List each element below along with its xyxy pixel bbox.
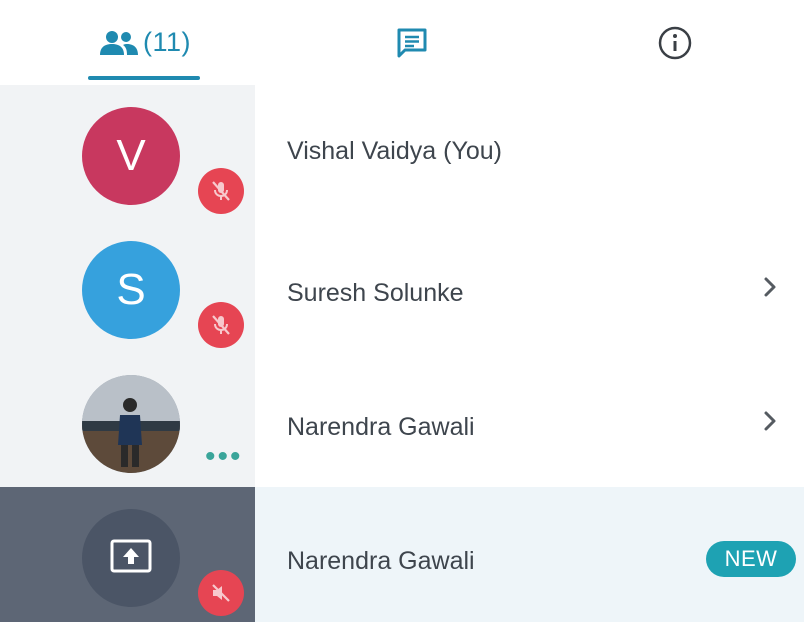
mic-muted-icon (198, 168, 244, 214)
avatar: S (82, 241, 180, 339)
audio-muted-icon (198, 570, 244, 616)
active-tab-indicator (88, 76, 200, 80)
chat-icon (397, 28, 427, 57)
avatar-initial: S (116, 265, 146, 314)
participant-name: Suresh Solunke (287, 279, 464, 307)
avatar (82, 509, 180, 607)
tab-chat[interactable] (362, 0, 462, 85)
participant-row[interactable]: Narendra Gawali NEW (0, 487, 804, 622)
participant-count: (11) (142, 27, 191, 57)
participant-list: V Vishal Vaidya (You) S Suresh Solunke •… (0, 85, 804, 622)
avatar-column: S (0, 219, 255, 353)
participant-row[interactable]: ••• Narendra Gawali (0, 353, 804, 487)
chevron-right-icon[interactable] (760, 409, 780, 433)
people-icon (99, 30, 138, 55)
info-icon (658, 26, 692, 59)
avatar-column: V (0, 85, 255, 219)
avatar-initial: V (116, 131, 146, 180)
more-options-icon[interactable]: ••• (205, 442, 243, 472)
tab-bar: (11) (0, 0, 804, 85)
avatar: V (82, 107, 180, 205)
participant-row[interactable]: S Suresh Solunke (0, 219, 804, 353)
avatar-photo (82, 375, 180, 473)
new-badge: NEW (706, 541, 796, 577)
tab-participants[interactable]: (11) (82, 0, 208, 85)
tab-info[interactable] (630, 0, 720, 85)
mic-muted-icon (198, 302, 244, 348)
avatar-column: ••• (0, 353, 255, 487)
participant-name: Narendra Gawali (287, 547, 475, 575)
screen-share-icon (110, 539, 152, 573)
chevron-right-icon[interactable] (760, 275, 780, 299)
participant-name: Vishal Vaidya (You) (287, 137, 502, 165)
participant-row[interactable]: V Vishal Vaidya (You) (0, 85, 804, 219)
participant-name: Narendra Gawali (287, 413, 475, 441)
avatar-column (0, 487, 255, 622)
